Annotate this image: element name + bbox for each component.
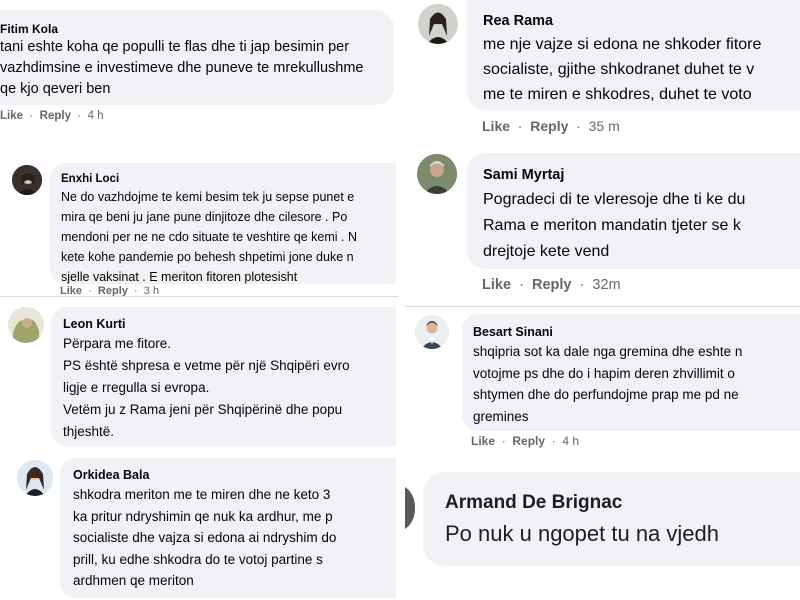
comment-panel-rea: Rea Rama me nje vajze si edona ne shkode… (405, 0, 800, 146)
comment-text: ka pritur ndryshimin qe nuk ka ardhur, m… (73, 508, 333, 524)
avatar[interactable] (12, 165, 42, 195)
comment-text: socialiste, gjithe shkodranet duhet te v (483, 61, 755, 78)
comment-text: votojme ps dhe do i hapim deren zhvillim… (473, 365, 735, 381)
comment-text: Përpara me fitore. (63, 336, 172, 351)
comment-text: Rama e meriton mandatin tjeter se k (483, 217, 741, 234)
comment-text: shkodra meriton me te miren dhe ne keto … (73, 487, 331, 502)
comment-timestamp[interactable]: 32m (592, 277, 620, 293)
comment-text: me nje vajze si edona ne shkoder fitore (483, 36, 762, 53)
comment-actions: Like · Reply · 4 h (471, 434, 579, 448)
profile-photo-icon (418, 4, 458, 44)
comment-text: me te miren e shkodres, duhet te voto (483, 86, 752, 103)
comment-text: socialiste dhe vajza si edona ai ndryshi… (73, 530, 337, 545)
commenter-name[interactable]: Sami Myrtaj (483, 166, 800, 184)
profile-photo-icon (405, 486, 415, 530)
separator-dot: · (498, 434, 510, 448)
reply-link[interactable]: Reply (98, 285, 128, 296)
comment-text: tani eshte koha qe populli te flas dhe t… (0, 39, 350, 55)
comment-bubble: Besart Sinani shqipria sot ka dale nga g… (462, 314, 800, 431)
comment-panel-fitim: Fitim Kola tani eshte koha qe populli te… (0, 0, 396, 135)
reply-link[interactable]: Reply (512, 434, 545, 448)
comment-text: Pogradeci di te vleresoje dhe ti ke du (483, 191, 746, 208)
separator-dot: · (26, 110, 37, 122)
like-link[interactable]: Like (482, 118, 510, 134)
commenter-name[interactable]: Rea Rama (483, 12, 800, 30)
separator-dot: · (548, 434, 560, 448)
reply-link[interactable]: Reply (40, 110, 71, 122)
profile-photo-icon (415, 315, 449, 349)
reply-link[interactable]: Reply (532, 277, 572, 293)
comment-text: thjeshtë. (63, 424, 115, 439)
profile-photo-icon (17, 460, 53, 496)
comment-bubble: Fitim Kola tani eshte koha qe populli te… (0, 10, 394, 105)
collage-divider (399, 0, 405, 600)
avatar[interactable] (417, 154, 457, 194)
commenter-name[interactable]: Enxhi Loci (61, 172, 396, 187)
comment-text: prill, ku edhe shkodra do te votoj parti… (73, 551, 323, 567)
comment-text: Ne do vazhdojme te kemi besim tek ju sep… (61, 190, 355, 204)
comment-panel-orkidea: Orkidea Bala shkodra meriton me te miren… (0, 450, 396, 600)
comment-panel-sami: Sami Myrtaj Pogradeci di te vleresoje dh… (405, 146, 800, 306)
commenter-name[interactable]: Leon Kurti (63, 316, 396, 333)
comment-text: kete kohe pandemie po behesh shpetimi jo… (61, 250, 354, 264)
profile-photo-icon (417, 154, 457, 194)
comment-text: qe kjo qeveri ben (0, 81, 111, 97)
separator-dot: · (130, 285, 141, 296)
avatar[interactable] (418, 4, 458, 44)
avatar[interactable] (405, 486, 415, 530)
comment-text: ligje e rregulla si evropa. (63, 380, 210, 395)
comment-text: mendoni per ne ne cdo situate te veshtir… (61, 230, 357, 244)
comment-text: vazhdimsine e investimeve dhe puneve te … (0, 60, 364, 76)
comment-panel-armand: Armand De Brignac Po nuk u ngopet tu na … (405, 456, 800, 600)
comment-text: Po nuk u ngopet tu na vjedh (445, 521, 719, 546)
comment-panel-enxhi: Enxhi Loci Ne do vazhdojme te kemi besim… (0, 155, 396, 296)
comment-text: drejtoje kete vend (483, 243, 610, 260)
comment-text: gremines (473, 408, 529, 424)
like-link[interactable]: Like (482, 277, 511, 293)
profile-photo-icon (12, 165, 42, 195)
like-link[interactable]: Like (60, 285, 82, 296)
like-link[interactable]: Like (0, 110, 23, 122)
comment-timestamp[interactable]: 4 h (88, 110, 104, 122)
comment-text: sjelle vaksinat . E meriton fitoren plot… (61, 270, 298, 284)
comment-actions: Like · Reply · 3 h (60, 285, 159, 296)
comment-text: shqipria sot ka dale nga gremina dhe esh… (473, 344, 743, 359)
comment-timestamp[interactable]: 3 h (144, 285, 159, 296)
commenter-name[interactable]: Fitim Kola (0, 21, 394, 37)
commenter-name[interactable]: Orkidea Bala (73, 467, 396, 484)
comment-bubble: Sami Myrtaj Pogradeci di te vleresoje dh… (467, 153, 800, 269)
comment-bubble: Orkidea Bala shkodra meriton me te miren… (60, 458, 396, 598)
profile-photo-icon (8, 307, 44, 343)
comment-text: ardhmen qe meriton (73, 573, 194, 588)
commenter-name[interactable]: Armand De Brignac (445, 491, 800, 515)
comment-actions: Like · Reply · 4 h (0, 110, 104, 122)
avatar[interactable] (8, 307, 44, 343)
commenter-name[interactable]: Besart Sinani (473, 324, 800, 341)
separator-dot: · (572, 118, 585, 134)
avatar[interactable] (17, 460, 53, 496)
separator-dot: · (515, 277, 528, 293)
comment-panel-leon: Leon Kurti Përpara me fitore. PS është s… (0, 297, 396, 450)
reply-link[interactable]: Reply (530, 118, 568, 134)
comment-actions: Like · Reply · 32m (482, 277, 621, 293)
separator-dot: · (575, 277, 589, 293)
comment-panel-besart: Besart Sinani shqipria sot ka dale nga g… (405, 307, 800, 456)
separator-dot: · (74, 110, 85, 122)
like-link[interactable]: Like (471, 434, 495, 448)
comment-actions: Like · Reply · 35 m (482, 118, 620, 134)
separator-dot: · (85, 285, 95, 296)
avatar[interactable] (415, 315, 449, 349)
comment-text: PS është shpresa e vetme për një Shqipër… (63, 358, 350, 373)
comment-bubble: Enxhi Loci Ne do vazhdojme te kemi besim… (50, 163, 396, 284)
comment-text: shtymen dhe do perfundojme prap me pd ne (473, 387, 739, 402)
comment-bubble: Rea Rama me nje vajze si edona ne shkode… (467, 0, 800, 110)
comment-timestamp[interactable]: 4 h (562, 434, 579, 448)
comment-bubble: Armand De Brignac Po nuk u ngopet tu na … (423, 472, 800, 566)
comment-text: mira qe beni ju jane pune dinjitoze dhe … (61, 210, 348, 224)
separator-dot: · (513, 118, 527, 134)
comment-timestamp[interactable]: 35 m (589, 118, 620, 134)
comment-bubble: Leon Kurti Përpara me fitore. PS është s… (51, 307, 396, 446)
comment-text: Vetëm ju z Rama jeni për Shqipërinë dhe … (63, 402, 343, 417)
